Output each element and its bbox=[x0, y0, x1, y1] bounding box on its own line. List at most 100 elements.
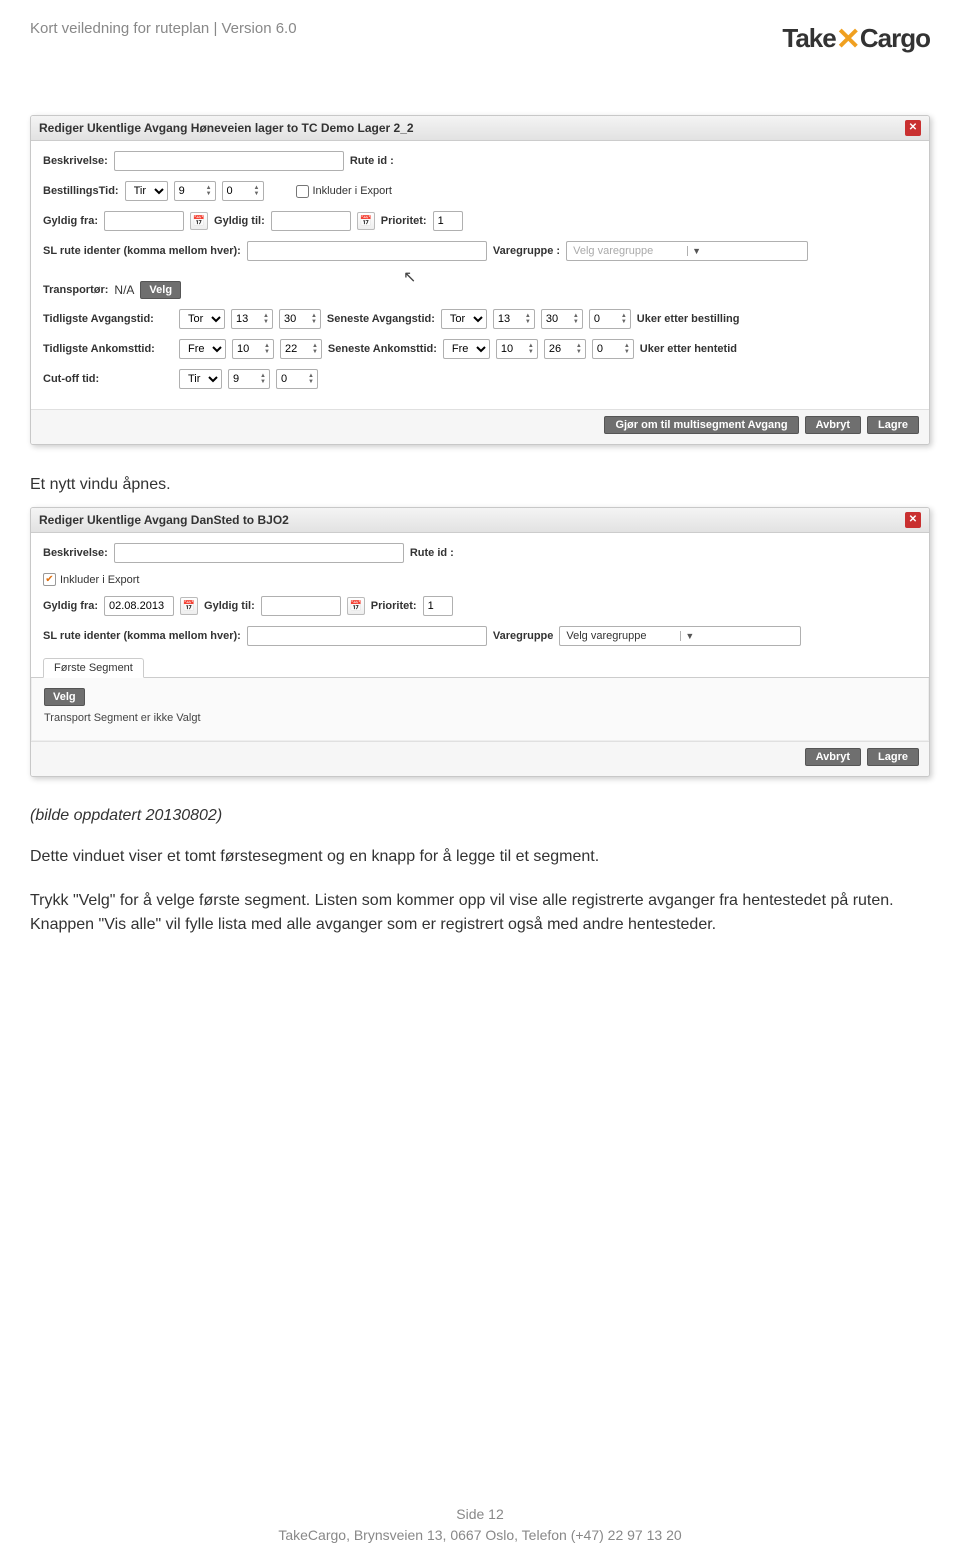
savg-min-spin[interactable]: ▲▼ bbox=[541, 309, 583, 329]
gyldigtil-label: Gyldig til: bbox=[204, 600, 255, 612]
gyldigfra-input[interactable] bbox=[104, 211, 184, 231]
prioritet-label: Prioritet: bbox=[381, 215, 427, 227]
seneste-avg-label: Seneste Avgangstid: bbox=[327, 313, 435, 325]
slrute-label: SL rute identer (komma mellom hver): bbox=[43, 630, 241, 642]
ruteid-label: Rute id : bbox=[410, 547, 454, 559]
tank-min-spin[interactable]: ▲▼ bbox=[280, 339, 322, 359]
varegruppe-select[interactable]: Velg varegruppe▼ bbox=[566, 241, 808, 261]
spinner-arrows-icon[interactable]: ▲▼ bbox=[309, 343, 321, 355]
logo-x-icon: ✕ bbox=[836, 23, 860, 56]
multisegment-button[interactable]: Gjør om til multisegment Avgang bbox=[604, 416, 798, 434]
gyldigtil-input[interactable] bbox=[261, 596, 341, 616]
segment-message: Transport Segment er ikke Valgt bbox=[44, 706, 916, 730]
close-icon[interactable]: ✕ bbox=[905, 512, 921, 528]
beskrivelse-input[interactable] bbox=[114, 151, 344, 171]
spinner-arrows-icon[interactable]: ▲▼ bbox=[525, 343, 537, 355]
transportor-value: N/A bbox=[114, 283, 134, 297]
beskrivelse-input[interactable] bbox=[114, 543, 404, 563]
lagre-button[interactable]: Lagre bbox=[867, 748, 919, 766]
dialog2-title: Rediger Ukentlige Avgang DanSted to BJO2 bbox=[39, 513, 289, 527]
paragraph-1: Dette vinduet viser et tomt førstesegmen… bbox=[30, 845, 930, 869]
spinner-arrows-icon[interactable]: ▲▼ bbox=[573, 343, 585, 355]
spinner-arrows-icon[interactable]: ▲▼ bbox=[308, 313, 320, 325]
gyldigfra-input[interactable] bbox=[104, 596, 174, 616]
edit-departure-dialog-1: Rediger Ukentlige Avgang Høneveien lager… bbox=[30, 115, 930, 445]
best-dag-select[interactable]: Tir bbox=[125, 181, 168, 201]
inkluder-export-checkbox[interactable]: ✔Inkluder i Export bbox=[43, 573, 139, 586]
cut-dag-select[interactable]: Tir bbox=[179, 369, 222, 389]
slrute-input[interactable] bbox=[247, 241, 487, 261]
savg-uker-spin[interactable]: ▲▼ bbox=[589, 309, 631, 329]
close-icon[interactable]: ✕ bbox=[905, 120, 921, 136]
calendar-icon[interactable]: 📅 bbox=[190, 212, 208, 230]
gyldigtil-label: Gyldig til: bbox=[214, 215, 265, 227]
sank-dag-select[interactable]: Fre bbox=[443, 339, 490, 359]
spinner-arrows-icon[interactable]: ▲▼ bbox=[618, 313, 630, 325]
slrute-label: SL rute identer (komma mellom hver): bbox=[43, 245, 241, 257]
beskrivelse-label: Beskrivelse: bbox=[43, 547, 108, 559]
tab-forste-segment[interactable]: Første Segment bbox=[43, 658, 144, 678]
spinner-arrows-icon[interactable]: ▲▼ bbox=[257, 373, 269, 385]
transportor-label: Transportør: bbox=[43, 284, 108, 296]
doc-title: Kort veiledning for ruteplan | Version 6… bbox=[30, 20, 297, 37]
sank-uker-spin[interactable]: ▲▼ bbox=[592, 339, 634, 359]
spinner-arrows-icon[interactable]: ▲▼ bbox=[522, 313, 534, 325]
tavg-hour-spin[interactable]: ▲▼ bbox=[231, 309, 273, 329]
gyldigfra-label: Gyldig fra: bbox=[43, 215, 98, 227]
tidligste-avg-label: Tidligste Avgangstid: bbox=[43, 313, 173, 325]
cut-min-spin[interactable]: ▲▼ bbox=[276, 369, 318, 389]
calendar-icon[interactable]: 📅 bbox=[357, 212, 375, 230]
chevron-down-icon[interactable]: ▼ bbox=[680, 631, 800, 641]
spinner-arrows-icon[interactable]: ▲▼ bbox=[203, 185, 215, 197]
ruteid-label: Rute id : bbox=[350, 155, 394, 167]
prioritet-input[interactable] bbox=[433, 211, 463, 231]
varegruppe-label: Varegruppe bbox=[493, 630, 554, 642]
lagre-button[interactable]: Lagre bbox=[867, 416, 919, 434]
cut-hour-spin[interactable]: ▲▼ bbox=[228, 369, 270, 389]
tank-dag-select[interactable]: Fre bbox=[179, 339, 226, 359]
caption-2: (bilde oppdatert 20130802) bbox=[30, 807, 930, 825]
prioritet-input[interactable] bbox=[423, 596, 453, 616]
velg-transportor-button[interactable]: Velg bbox=[140, 281, 181, 299]
edit-departure-dialog-2: Rediger Ukentlige Avgang DanSted to BJO2… bbox=[30, 507, 930, 777]
spinner-arrows-icon[interactable]: ▲▼ bbox=[305, 373, 317, 385]
page-number: Side 12 bbox=[0, 1504, 960, 1525]
paragraph-2: Trykk "Velg" for å velge første segment.… bbox=[30, 889, 930, 937]
avbryt-button[interactable]: Avbryt bbox=[805, 748, 861, 766]
spinner-arrows-icon[interactable]: ▲▼ bbox=[621, 343, 633, 355]
varegruppe-select[interactable]: Velg varegruppe▼ bbox=[559, 626, 801, 646]
tab-strip: Første Segment bbox=[31, 658, 929, 678]
ukerhent-label: Uker etter hentetid bbox=[640, 343, 737, 355]
velg-segment-button[interactable]: Velg bbox=[44, 688, 85, 706]
best-min-spin[interactable]: ▲▼ bbox=[222, 181, 264, 201]
spinner-arrows-icon[interactable]: ▲▼ bbox=[251, 185, 263, 197]
calendar-icon[interactable]: 📅 bbox=[347, 597, 365, 615]
calendar-icon[interactable]: 📅 bbox=[180, 597, 198, 615]
spinner-arrows-icon[interactable]: ▲▼ bbox=[260, 313, 272, 325]
slrute-input[interactable] bbox=[247, 626, 487, 646]
chevron-down-icon[interactable]: ▼ bbox=[687, 246, 807, 256]
beskrivelse-label: Beskrivelse: bbox=[43, 155, 108, 167]
inkluder-export-checkbox[interactable]: Inkluder i Export bbox=[296, 185, 392, 198]
best-hour-spin[interactable]: ▲▼ bbox=[174, 181, 216, 201]
savg-dag-select[interactable]: Tor bbox=[441, 309, 487, 329]
savg-hour-spin[interactable]: ▲▼ bbox=[493, 309, 535, 329]
avbryt-button[interactable]: Avbryt bbox=[805, 416, 861, 434]
gyldigfra-label: Gyldig fra: bbox=[43, 600, 98, 612]
prioritet-label: Prioritet: bbox=[371, 600, 417, 612]
seneste-ank-label: Seneste Ankomsttid: bbox=[328, 343, 437, 355]
spinner-arrows-icon[interactable]: ▲▼ bbox=[261, 343, 273, 355]
ukerbest-label: Uker etter bestilling bbox=[637, 313, 740, 325]
checked-icon: ✔ bbox=[43, 573, 56, 586]
tank-hour-spin[interactable]: ▲▼ bbox=[232, 339, 274, 359]
cutoff-label: Cut-off tid: bbox=[43, 373, 173, 385]
tavg-dag-select[interactable]: Tor bbox=[179, 309, 225, 329]
tavg-min-spin[interactable]: ▲▼ bbox=[279, 309, 321, 329]
gyldigtil-input[interactable] bbox=[271, 211, 351, 231]
sank-hour-spin[interactable]: ▲▼ bbox=[496, 339, 538, 359]
page-footer: Side 12 TakeCargo, Brynsveien 13, 0667 O… bbox=[0, 1504, 960, 1546]
varegruppe-label: Varegruppe : bbox=[493, 245, 560, 257]
logo: Take✕Cargo bbox=[782, 20, 930, 55]
sank-min-spin[interactable]: ▲▼ bbox=[544, 339, 586, 359]
spinner-arrows-icon[interactable]: ▲▼ bbox=[570, 313, 582, 325]
